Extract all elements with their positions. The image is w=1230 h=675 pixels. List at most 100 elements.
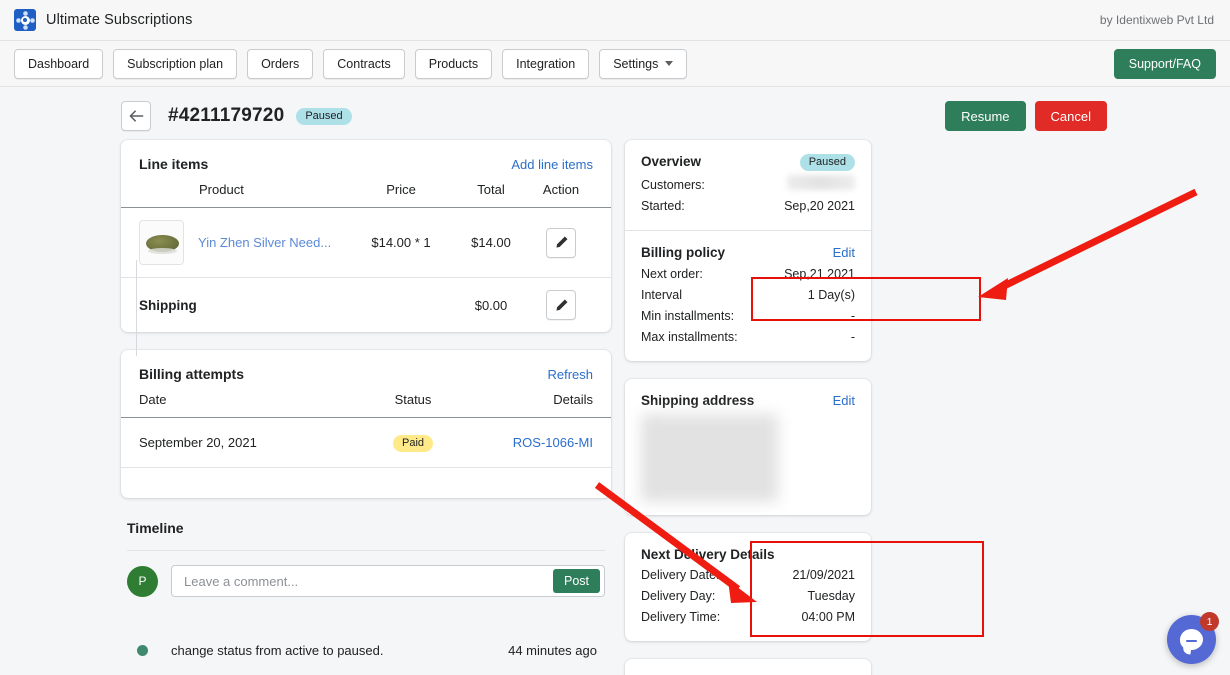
right-column: Overview Paused Customers: Started: Sep,…	[625, 140, 871, 675]
page-header: #4211179720 Paused Resume Cancel	[115, 88, 1115, 140]
status-badge: Paid	[392, 435, 434, 452]
nav-item-orders[interactable]: Orders	[247, 48, 314, 79]
nav-item-contracts[interactable]: Contracts	[323, 48, 405, 79]
shipping-address-panel: Shipping address Edit	[625, 379, 871, 515]
support-faq-button[interactable]: Support/FAQ	[1113, 48, 1216, 79]
resume-button[interactable]: Resume	[945, 101, 1026, 131]
back-button[interactable]	[121, 101, 151, 131]
nav-item-label: Orders	[261, 56, 300, 71]
left-column: Line items Add line items Product Price …	[121, 140, 611, 658]
add-line-items-link[interactable]: Add line items	[511, 157, 593, 172]
timeline-event: change status from active to paused. 44 …	[127, 597, 605, 658]
chat-widget-button[interactable]: 1	[1167, 612, 1219, 664]
nav-item-label: Products	[428, 56, 479, 71]
shipping-label: Shipping	[139, 297, 197, 313]
line-item-action-cell	[529, 227, 593, 258]
overview-header: Overview Paused	[641, 154, 855, 171]
billing-attempts-header: Billing attempts Refresh	[121, 350, 611, 392]
column-header-date: Date	[139, 392, 167, 407]
edit-line-item-button[interactable]	[546, 227, 576, 258]
edit-shipping-address-link[interactable]: Edit	[833, 393, 855, 408]
order-details-link[interactable]: ROS-1066-MI	[513, 435, 593, 450]
line-items-card: Line items Add line items Product Price …	[121, 140, 611, 332]
page-actions: Resume Cancel	[945, 101, 1115, 131]
billing-policy-title: Billing policy	[641, 245, 726, 260]
delivery-day-row: Delivery Day: Tuesday	[641, 586, 855, 607]
delivery-time-label: Delivery Time:	[641, 610, 721, 624]
nav-item-label: Dashboard	[28, 56, 90, 71]
line-item-total: $14.00	[471, 235, 511, 250]
nav-bar: Dashboard Subscription plan Orders Contr…	[0, 41, 1230, 87]
delivery-time-value: 04:00 PM	[801, 610, 855, 624]
timeline-section: Timeline P Post change status from activ…	[121, 260, 611, 658]
nav-item-settings[interactable]: Settings	[599, 48, 688, 79]
delivery-date-value: 21/09/2021	[792, 568, 855, 582]
billing-attempts-footer	[121, 468, 611, 498]
timeline-comment-row: P Post	[127, 551, 605, 597]
delivery-date-label: Delivery Date:	[641, 568, 720, 582]
next-order-label: Next order:	[641, 267, 703, 281]
max-installments-label: Max installments:	[641, 330, 738, 344]
billing-attempts-column-headers: Date Status Details	[121, 392, 611, 418]
two-column-layout: Line items Add line items Product Price …	[115, 140, 1115, 675]
column-header-price: Price	[386, 182, 416, 197]
billing-attempt-details-cell: ROS-1066-MI	[483, 434, 593, 452]
page-content: #4211179720 Paused Resume Cancel Line it…	[115, 88, 1115, 675]
min-installments-label: Min installments:	[641, 309, 735, 323]
chat-unread-badge: 1	[1200, 612, 1219, 631]
max-installments-value: -	[850, 330, 855, 344]
billing-attempt-status-cell: Paid	[343, 433, 483, 452]
edit-shipping-button[interactable]	[546, 290, 576, 320]
table-row: September 20, 2021 Paid ROS-1066-MI	[121, 418, 611, 468]
customers-label: Customers:	[641, 178, 705, 192]
cancel-button[interactable]: Cancel	[1034, 101, 1107, 131]
next-order-value: Sep,21 2021	[784, 267, 855, 281]
delivery-time-row: Delivery Time: 04:00 PM	[641, 607, 855, 628]
timeline-dot-icon	[137, 645, 148, 656]
app-byline: by Identixweb Pvt Ltd	[1099, 13, 1214, 27]
nav-item-integration[interactable]: Integration	[502, 48, 590, 79]
table-row: Yin Zhen Silver Need... $14.00 * 1 $14.0…	[121, 208, 611, 278]
app-logo-icon	[14, 9, 36, 31]
shipping-address-value-redacted	[641, 414, 779, 502]
column-header-status: Status	[394, 392, 432, 407]
billing-policy-panel: Billing policy Edit Next order: Sep,21 2…	[625, 231, 871, 361]
started-label: Started:	[641, 199, 685, 213]
nav-item-products[interactable]: Products	[414, 48, 493, 79]
line-item-product-cell: Yin Zhen Silver Need...	[139, 220, 349, 265]
status-badge: Paused	[296, 107, 352, 125]
shipping-total: $0.00	[474, 297, 508, 313]
pencil-icon	[555, 299, 567, 311]
billing-attempts-title: Billing attempts	[139, 366, 245, 382]
comment-box[interactable]: Post	[171, 565, 605, 597]
nav-item-dashboard[interactable]: Dashboard	[14, 48, 104, 79]
overview-billing-card: Overview Paused Customers: Started: Sep,…	[625, 140, 871, 361]
billing-attempt-date: September 20, 2021	[139, 435, 257, 450]
product-link[interactable]: Yin Zhen Silver Need...	[198, 235, 331, 250]
refresh-link[interactable]: Refresh	[547, 367, 593, 382]
nav-item-label: Contracts	[337, 56, 391, 71]
column-header-product: Product	[199, 182, 244, 197]
overview-customers-row: Customers:	[641, 175, 855, 196]
page-scroll-area: #4211179720 Paused Resume Cancel Line it…	[0, 88, 1230, 675]
next-card-partial	[625, 659, 871, 675]
line-items-column-headers: Product Price Total Action	[121, 182, 611, 208]
edit-billing-policy-link[interactable]: Edit	[833, 245, 855, 260]
column-header-action: Action	[542, 182, 580, 197]
next-order-row: Next order: Sep,21 2021	[641, 264, 855, 285]
timeline-event-time: 44 minutes ago	[508, 643, 597, 658]
column-header-details: Details	[553, 392, 593, 407]
post-comment-button[interactable]: Post	[552, 569, 600, 593]
app-bar: Ultimate Subscriptions by Identixweb Pvt…	[0, 0, 1230, 41]
nav-item-subscription-plan[interactable]: Subscription plan	[113, 48, 238, 79]
chat-bubble-icon	[1180, 629, 1203, 650]
timeline-title: Timeline	[127, 520, 184, 536]
interval-label: Interval	[641, 288, 682, 302]
comment-input[interactable]	[184, 573, 553, 589]
line-items-title: Line items	[139, 156, 209, 172]
timeline-connector-line	[136, 260, 137, 356]
shipping-address-card: Shipping address Edit	[625, 379, 871, 515]
nav-item-label: Subscription plan	[127, 56, 224, 71]
line-item-price: $14.00 * 1	[371, 235, 431, 250]
started-value: Sep,20 2021	[784, 199, 855, 213]
